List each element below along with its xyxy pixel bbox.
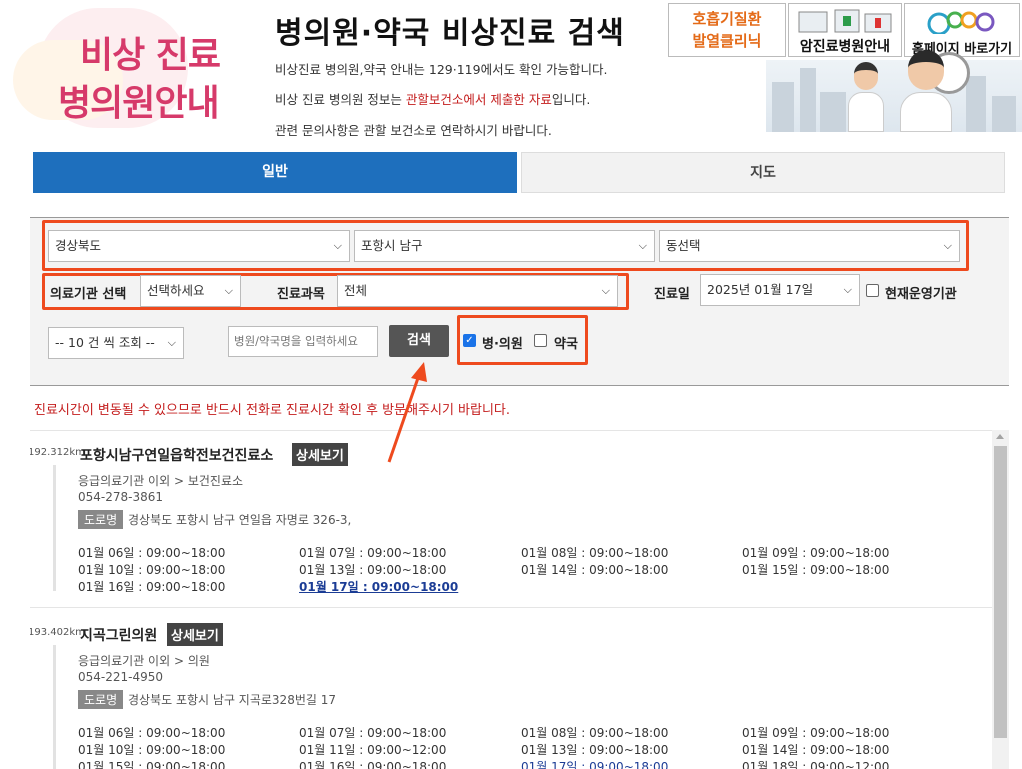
chevron-down-icon: ⌵ [638,239,647,252]
results-scrollbar[interactable] [992,430,1009,769]
detail-button[interactable]: 상세보기 [292,443,348,466]
open-now-label: 현재운영기관 [885,287,957,302]
facility-address: 경상북도 포항시 남구 지곡로328번길 17 [128,693,336,707]
institution-label: 의료기관 선택 [50,287,127,302]
schedule-entry: 01월 10일 : 09:00~18:00 [78,743,226,757]
city-select[interactable]: 포항시 남구 ⌵ [354,230,655,262]
hospital-checkbox[interactable]: ✓ [463,334,476,347]
emergency-care-logo: 비상 진료 병의원안내 [8,0,258,140]
distance: 192.312km [30,447,85,458]
province-select[interactable]: 경상북도 ⌵ [48,230,350,262]
facility-category: 응급의료기관 이외 > 의원 [78,654,210,668]
schedule-entry: 01월 16일 : 09:00~18:00 [78,580,226,594]
schedule-entry: 01월 16일 : 09:00~18:00 [299,760,447,769]
divider [30,607,992,608]
hospital-building-icon [798,9,892,33]
info-line-1: 비상진료 병의원,약국 안내는 129·119에서도 확인 가능합니다. [275,62,608,77]
schedule-entry: 01월 18일 : 09:00~12:00 [742,760,890,769]
facility-category: 응급의료기관 이외 > 보건진료소 [78,474,244,488]
facility-name: 포항시남구연일읍학전보건진료소 [80,448,274,464]
schedule-entry: 01월 06일 : 09:00~18:00 [78,726,226,740]
homepage-link-banner[interactable]: 홈페이지 바로가기 [904,3,1020,57]
scroll-up-icon[interactable] [996,434,1004,439]
cancer-hospital-banner[interactable]: 암진료병원안내 [788,3,902,57]
tab-general[interactable]: 일반 [33,152,517,193]
schedule-entry: 01월 11일 : 09:00~12:00 [299,743,447,757]
schedule-entry: 01월 13일 : 09:00~18:00 [521,743,669,757]
schedule-entry: 01월 08일 : 09:00~18:00 [521,726,669,740]
department-label: 진료과목 [277,287,325,302]
notice-text: 진료시간이 변동될 수 있으므로 반드시 전화로 진료시간 확인 후 방문해주시… [34,403,511,418]
schedule-entry: 01월 14일 : 09:00~18:00 [521,563,669,577]
road-address-tag: 도로명 [78,690,124,709]
doctor-illustration [848,62,884,132]
respiratory-clinic-banner[interactable]: 호흡기질환 발열클리닉 [668,3,786,57]
chevron-down-icon: ⌵ [167,336,176,349]
page-size-select[interactable]: -- 10 건 씩 조회 -- ⌵ [48,327,184,359]
schedule-entry: 01월 09일 : 09:00~18:00 [742,546,890,560]
schedule-entry: 01월 07일 : 09:00~18:00 [299,726,447,740]
schedule-entry-today: 01월 17일 : 09:00~18:00 [521,760,669,769]
facility-name: 지곡그린의원 [80,628,158,644]
facility-address: 경상북도 포항시 남구 연일읍 자명로 326-3, [128,513,352,527]
chevron-down-icon: ⌵ [601,284,610,297]
chevron-down-icon: ⌵ [943,239,952,252]
schedule-entry-today: 01월 17일 : 09:00~18:00 [299,580,459,594]
chevron-down-icon: ⌵ [843,283,852,296]
facility-phone: 054-221-4950 [78,670,164,684]
info-line-2: 비상 진료 병의원 정보는 관할보건소에서 제출한 자료입니다. [275,92,591,107]
pharmacy-checkbox[interactable] [534,334,547,347]
chevron-down-icon: ⌵ [333,239,342,252]
dong-select[interactable]: 동선택 ⌵ [659,230,960,262]
hospital-label: 병·의원 [482,337,523,352]
schedule-entry: 01월 10일 : 09:00~18:00 [78,563,226,577]
schedule-entry: 01월 15일 : 09:00~18:00 [78,760,226,769]
pharmacy-label: 약국 [554,337,578,352]
city-illustration [766,60,1022,132]
date-label: 진료일 [654,287,690,302]
chevron-down-icon: ⌵ [224,284,233,297]
department-select[interactable]: 전체 ⌵ [337,275,618,307]
logo-line1: 비상 진료 [80,35,221,76]
schedule-entry: 01월 08일 : 09:00~18:00 [521,546,669,560]
search-input[interactable]: 병원/약국명을 입력하세요 [228,326,378,357]
facility-phone: 054-278-3861 [78,490,164,504]
detail-button[interactable]: 상세보기 [167,623,223,646]
schedule-entry: 01월 07일 : 09:00~18:00 [299,546,447,560]
date-select[interactable]: 2025년 01월 17일 ⌵ [700,274,860,306]
distance: 193.402km [30,627,85,638]
institution-select[interactable]: 선택하세요 ⌵ [140,275,241,307]
info-line-3: 관련 문의사항은 관할 보건소로 연락하시기 바랍니다. [275,123,552,138]
scrollbar-thumb[interactable] [994,446,1007,738]
schedule-entry: 01월 06일 : 09:00~18:00 [78,546,226,560]
schedule-entry: 01월 15일 : 09:00~18:00 [742,563,890,577]
schedule-entry: 01월 09일 : 09:00~18:00 [742,726,890,740]
search-button[interactable]: 검색 [389,325,449,357]
doctor-illustration [900,50,952,132]
tab-map[interactable]: 지도 [521,152,1005,193]
road-address-tag: 도로명 [78,510,124,529]
site-logo-icon [927,11,995,34]
page-title: 병의원·약국 비상진료 검색 [275,16,625,51]
page: 비상 진료 병의원안내 병의원·약국 비상진료 검색 비상진료 병의원,약국 안… [0,0,1022,769]
schedule-entry: 01월 13일 : 09:00~18:00 [299,563,447,577]
open-now-checkbox[interactable] [866,284,879,297]
schedule-entry: 01월 14일 : 09:00~18:00 [742,743,890,757]
results-list: 192.312km 포항시남구연일읍학전보건진료소 상세보기 응급의료기관 이외… [30,430,992,769]
logo-line2: 병의원안내 [58,83,220,124]
